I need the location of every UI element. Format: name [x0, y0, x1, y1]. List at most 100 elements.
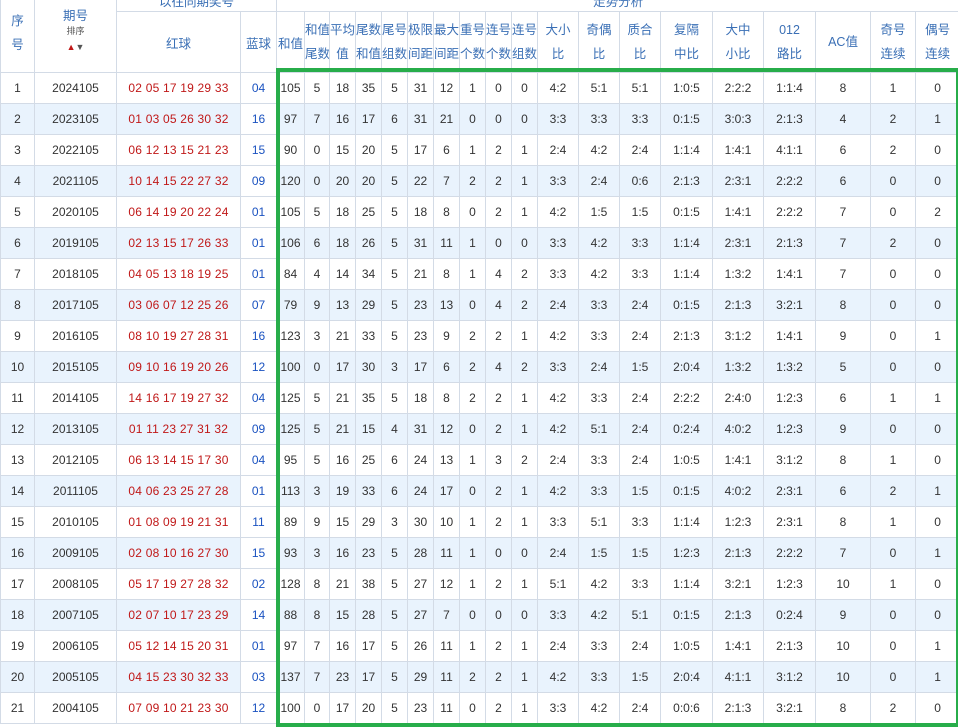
cell-cons: 2: [485, 382, 513, 414]
cell-r012: 2:1:3: [763, 103, 817, 135]
cell-dzx: 3:2:1: [712, 568, 765, 600]
cell-oddc: 2: [870, 475, 917, 507]
cell-issue: 2020105: [34, 196, 117, 228]
cell-fgz: 0:1:5: [660, 475, 714, 507]
cell-tailgrp: 3: [381, 506, 409, 538]
cell-tailgrp: 5: [381, 289, 409, 321]
cell-lim: 31: [407, 72, 435, 104]
cell-tailgrp: 5: [381, 568, 409, 600]
cell-seq: 4: [0, 165, 35, 197]
cell-lim: 29: [407, 661, 435, 693]
cell-max: 7: [433, 599, 461, 631]
sort-label[interactable]: 排序: [36, 26, 116, 37]
cell-evenc: 0: [915, 258, 958, 290]
header-col-13: 大中 小比: [712, 11, 765, 73]
cell-cons: 2: [485, 475, 513, 507]
cell-tailgrp: 6: [381, 103, 409, 135]
cell-avg: 18: [329, 196, 357, 228]
cell-sum: 125: [276, 382, 306, 414]
cell-max: 11: [433, 537, 461, 569]
cell-consgrp: 1: [511, 692, 539, 724]
header-col-4: 极限 间距: [407, 11, 435, 73]
cell-lim: 23: [407, 692, 435, 724]
cell-cons: 0: [485, 599, 513, 631]
cell-cons: 2: [485, 134, 513, 166]
cell-bs: 3:3: [537, 103, 580, 135]
cell-evenc: 0: [915, 134, 958, 166]
cell-max: 11: [433, 692, 461, 724]
cell-red: 04 15 23 30 32 33: [116, 661, 241, 693]
cell-evenc: 1: [915, 537, 958, 569]
cell-fgz: 1:1:4: [660, 506, 714, 538]
cell-blue: 12: [239, 351, 278, 383]
table-row: 3 2022105 06 12 13 15 21 23 15 90 0 15 20 5 17 6 1 2…: [0, 134, 958, 166]
cell-pc: 1:5: [619, 351, 662, 383]
cell-oe: 3:3: [578, 630, 621, 662]
cell-oe: 5:1: [578, 72, 621, 104]
cell-lim: 23: [407, 289, 435, 321]
cell-fgz: 2:2:2: [660, 382, 714, 414]
cell-r012: 2:2:2: [763, 537, 817, 569]
cell-max: 12: [433, 413, 461, 445]
cell-sum: 90: [276, 134, 306, 166]
header-issue[interactable]: 期号 排序 ▲▼: [34, 0, 117, 73]
cell-sum: 93: [276, 537, 306, 569]
cell-avg: 21: [329, 320, 357, 352]
table-row: 7 2018105 04 05 13 18 19 25 01 84 4 14 34 5 21 8 1 4…: [0, 258, 958, 290]
cell-bs: 2:4: [537, 289, 580, 321]
cell-seq: 5: [0, 196, 35, 228]
cell-bs: 2:4: [537, 630, 580, 662]
cell-sum: 120: [276, 165, 306, 197]
cell-cons: 4: [485, 351, 513, 383]
cell-tail: 8: [304, 568, 331, 600]
cell-rep: 1: [459, 537, 487, 569]
cell-tail: 3: [304, 320, 331, 352]
cell-dzx: 2:2:2: [712, 72, 765, 104]
cell-bs: 2:4: [537, 134, 580, 166]
cell-issue: 2021105: [34, 165, 117, 197]
cell-dzx: 2:4:0: [712, 382, 765, 414]
cell-evenc: 1: [915, 661, 958, 693]
cell-fgz: 2:1:3: [660, 320, 714, 352]
sort-arrows-icon[interactable]: ▲▼: [67, 43, 85, 52]
cell-cons: 4: [485, 289, 513, 321]
cell-rep: 0: [459, 599, 487, 631]
cell-seq: 14: [0, 475, 35, 507]
cell-tailsum: 20: [355, 692, 383, 724]
cell-blue: 16: [239, 320, 278, 352]
cell-rep: 0: [459, 196, 487, 228]
cell-dzx: 1:4:1: [712, 444, 765, 476]
cell-r012: 4:1:1: [763, 134, 817, 166]
table-row: 5 2020105 06 14 19 20 22 24 01 105 5 18 25 5 18 8 0…: [0, 196, 958, 228]
cell-red: 01 03 05 26 30 32: [116, 103, 241, 135]
cell-evenc: 1: [915, 382, 958, 414]
cell-cons: 0: [485, 227, 513, 259]
cell-tail: 9: [304, 289, 331, 321]
cell-sum: 89: [276, 506, 306, 538]
cell-blue: 04: [239, 382, 278, 414]
cell-r012: 1:1:4: [763, 72, 817, 104]
cell-pc: 2:4: [619, 382, 662, 414]
cell-seq: 8: [0, 289, 35, 321]
cell-rep: 2: [459, 351, 487, 383]
cell-tailgrp: 5: [381, 258, 409, 290]
header-col-0: 和值 尾数: [304, 11, 331, 73]
cell-tailgrp: 6: [381, 444, 409, 476]
cell-tail: 5: [304, 444, 331, 476]
cell-blue: 09: [239, 413, 278, 445]
cell-evenc: 0: [915, 351, 958, 383]
cell-tail: 0: [304, 351, 331, 383]
cell-rep: 0: [459, 692, 487, 724]
cell-oe: 2:4: [578, 165, 621, 197]
cell-max: 11: [433, 661, 461, 693]
cell-lim: 17: [407, 351, 435, 383]
cell-evenc: 1: [915, 103, 958, 135]
cell-max: 11: [433, 630, 461, 662]
cell-seq: 3: [0, 134, 35, 166]
cell-fgz: 1:2:3: [660, 537, 714, 569]
cell-seq: 11: [0, 382, 35, 414]
cell-red: 01 11 23 27 31 32: [116, 413, 241, 445]
table-row: 19 2006105 05 12 14 15 20 31 01 97 7 16 17 5 26 11…: [0, 630, 958, 662]
header-col-17: 偶号 连续: [915, 11, 958, 73]
cell-issue: 2012105: [34, 444, 117, 476]
